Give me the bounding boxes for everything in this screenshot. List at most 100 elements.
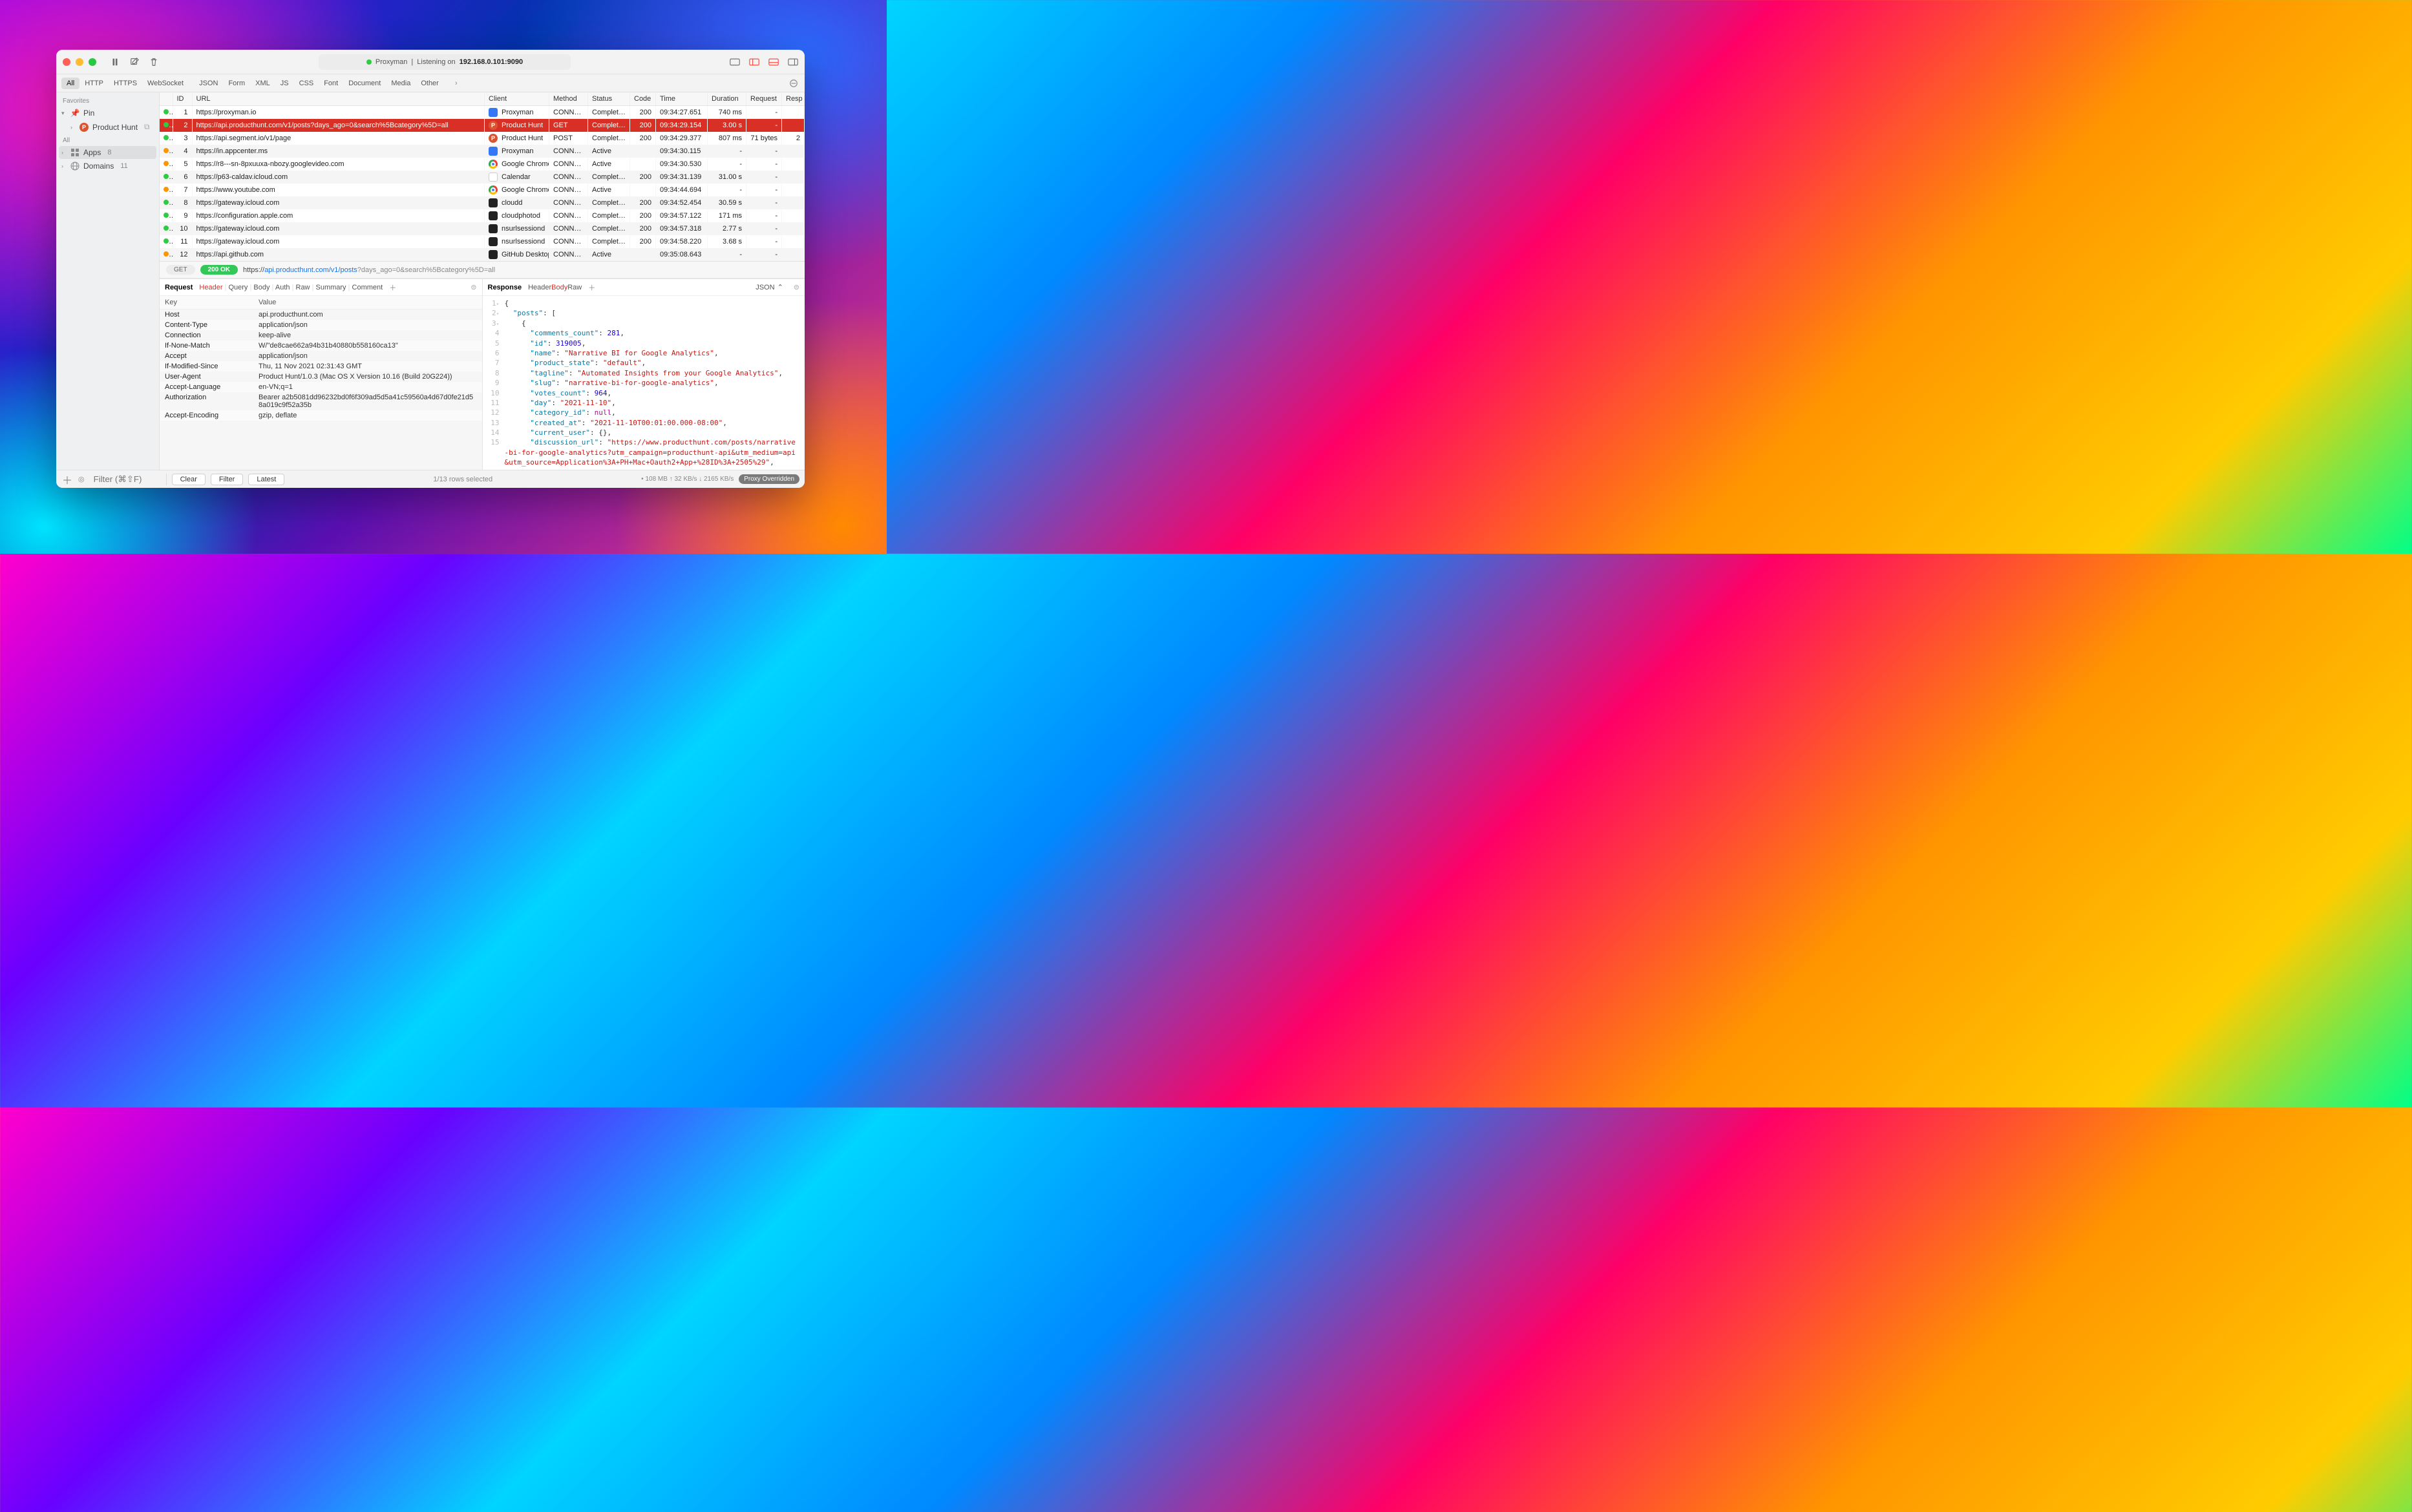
chevron-right-icon[interactable]: ›: [61, 163, 63, 169]
request-tab-raw[interactable]: Raw: [296, 284, 310, 291]
table-row[interactable]: 7https://www.youtube.comGoogle ChromeCON…: [160, 184, 805, 196]
request-tab-comment[interactable]: Comment: [352, 284, 383, 291]
table-row[interactable]: 5https://r8---sn-8pxuuxa-nbozy.googlevid…: [160, 158, 805, 171]
layout-icon-4[interactable]: [788, 58, 798, 67]
layout-icon-1[interactable]: [730, 58, 740, 67]
header-row[interactable]: AuthorizationBearer a2b5081dd96232bd0f6f…: [160, 392, 482, 410]
layout-icon-2[interactable]: [749, 58, 759, 67]
response-tab-body[interactable]: Body: [551, 284, 567, 291]
col-Resp[interactable]: Resp: [782, 92, 805, 106]
latest-button[interactable]: Latest: [248, 474, 284, 485]
request-tab-header[interactable]: Header: [199, 284, 222, 291]
sidebar-apps-count: 8: [107, 149, 111, 156]
pause-button[interactable]: [109, 56, 121, 68]
filter-form[interactable]: Form: [223, 78, 250, 89]
col-Client[interactable]: Client: [485, 92, 549, 106]
col-URL[interactable]: URL: [192, 92, 485, 106]
sidebar-pin-child[interactable]: › P Product Hunt ⧉: [59, 120, 156, 134]
layout-icon-3[interactable]: [768, 58, 779, 67]
chevron-right-icon[interactable]: ›: [61, 149, 63, 156]
col-Method[interactable]: Method: [549, 92, 588, 106]
sidebar-pin[interactable]: ▾ 📌 Pin: [59, 107, 156, 120]
window-controls: [63, 58, 96, 66]
table-row[interactable]: 3https://api.segment.io/v1/pagePProduct …: [160, 132, 805, 145]
header-row[interactable]: If-Modified-SinceThu, 11 Nov 2021 02:31:…: [160, 361, 482, 372]
table-row[interactable]: 4https://in.appcenter.msProxymanCONNECTA…: [160, 145, 805, 158]
header-row[interactable]: Hostapi.producthunt.com: [160, 310, 482, 320]
col-Duration[interactable]: Duration: [708, 92, 746, 106]
col-Status[interactable]: Status: [588, 92, 630, 106]
add-tab-icon[interactable]: ＋: [588, 282, 595, 293]
filter-js[interactable]: JS: [275, 78, 294, 89]
json-viewer[interactable]: 1▾{2▾ "posts": [3▾ {4 "comments_count": …: [483, 296, 805, 470]
header-row[interactable]: Accept-Encodinggzip, deflate: [160, 410, 482, 421]
sidebar-pin-label: Pin: [83, 109, 94, 118]
col-Request[interactable]: Request: [746, 92, 782, 106]
request-tab-auth[interactable]: Auth: [275, 284, 290, 291]
response-tab-raw[interactable]: Raw: [567, 284, 582, 291]
request-tab-body[interactable]: Body: [253, 284, 270, 291]
filter-websocket[interactable]: WebSocket: [142, 78, 189, 89]
sidebar-domains[interactable]: › Domains 11: [59, 160, 156, 173]
filter-button[interactable]: Filter: [211, 474, 243, 485]
sidebar-apps[interactable]: › Apps 8: [59, 146, 156, 159]
col-status[interactable]: [160, 92, 173, 106]
col-Time[interactable]: Time: [656, 92, 708, 106]
filter-all[interactable]: All: [61, 78, 79, 89]
filter-json[interactable]: JSON: [194, 78, 223, 89]
col-ID[interactable]: ID: [173, 92, 192, 106]
table-row[interactable]: 11https://gateway.icloud.comnsurlsession…: [160, 235, 805, 248]
filter-https[interactable]: HTTPS: [109, 78, 142, 89]
request-tab-query[interactable]: Query: [228, 284, 248, 291]
settings-icon[interactable]: [788, 78, 799, 89]
layout-controls: [730, 58, 798, 67]
table-row[interactable]: 2https://api.producthunt.com/v1/posts?da…: [160, 119, 805, 132]
table-row[interactable]: 6https://p63-caldav.icloud.comCalendarCO…: [160, 171, 805, 184]
header-row[interactable]: If-None-MatchW/"de8cae662a94b31b40880b55…: [160, 341, 482, 351]
detail-url-text: https://api.producthunt.com/v1/posts?day…: [243, 266, 495, 274]
minimize-window[interactable]: [76, 58, 83, 66]
pane-menu-icon[interactable]: ⊜: [794, 283, 799, 291]
filter-input[interactable]: [90, 473, 161, 485]
target-icon[interactable]: ◎: [78, 475, 85, 483]
rows-selected-label: 1/13 rows selected: [433, 476, 492, 483]
header-row[interactable]: Accept-Languageen-VN;q=1: [160, 382, 482, 392]
header-row[interactable]: Connectionkeep-alive: [160, 330, 482, 341]
chevron-right-icon[interactable]: ›: [70, 124, 72, 131]
sidebar-domains-count: 11: [120, 162, 127, 170]
close-window[interactable]: [63, 58, 70, 66]
chevron-down-icon[interactable]: ▾: [61, 110, 65, 117]
zoom-window[interactable]: [89, 58, 96, 66]
table-row[interactable]: 12https://api.github.comGitHub Desktop H…: [160, 248, 805, 261]
response-viewer-select[interactable]: JSON⌃: [756, 283, 783, 291]
filter-font[interactable]: Font: [319, 78, 343, 89]
add-tab-icon[interactable]: ＋: [389, 282, 396, 293]
filter-media[interactable]: Media: [386, 78, 416, 89]
table-row[interactable]: 10https://gateway.icloud.comnsurlsession…: [160, 222, 805, 235]
compose-button[interactable]: [129, 56, 140, 68]
col-Code[interactable]: Code: [630, 92, 656, 106]
filter-http[interactable]: HTTP: [79, 78, 109, 89]
pane-menu-icon[interactable]: ⊜: [471, 283, 476, 291]
filter-document[interactable]: Document: [343, 78, 386, 89]
table-row[interactable]: 1https://proxyman.ioProxymanCONNECTCompl…: [160, 106, 805, 120]
filter-other[interactable]: Other: [416, 78, 444, 89]
sidebar-favorites-label: Favorites: [56, 95, 159, 106]
table-row[interactable]: 9https://configuration.apple.comcloudpho…: [160, 209, 805, 222]
header-row[interactable]: Content-Typeapplication/json: [160, 320, 482, 330]
response-tab-header[interactable]: Header: [528, 284, 551, 291]
network-stats: • 108 MB ↑ 32 KB/s ↓ 2165 KB/s: [641, 476, 734, 483]
add-button[interactable]: ＋: [61, 474, 73, 485]
header-row[interactable]: Acceptapplication/json: [160, 351, 482, 361]
more-filters-icon[interactable]: ›: [450, 78, 462, 89]
external-link-icon[interactable]: ⧉: [144, 122, 150, 132]
clear-button[interactable]: Clear: [172, 474, 206, 485]
filter-xml[interactable]: XML: [250, 78, 275, 89]
header-row[interactable]: User-AgentProduct Hunt/1.0.3 (Mac OS X V…: [160, 372, 482, 382]
trash-button[interactable]: [148, 56, 160, 68]
table-row[interactable]: 8https://gateway.icloud.comclouddCONNECT…: [160, 196, 805, 209]
listening-status: Proxyman | Listening on 192.168.0.101:90…: [319, 54, 571, 70]
request-tab-summary[interactable]: Summary: [316, 284, 346, 291]
filter-css[interactable]: CSS: [294, 78, 319, 89]
sidebar-all-label: All: [56, 134, 159, 145]
